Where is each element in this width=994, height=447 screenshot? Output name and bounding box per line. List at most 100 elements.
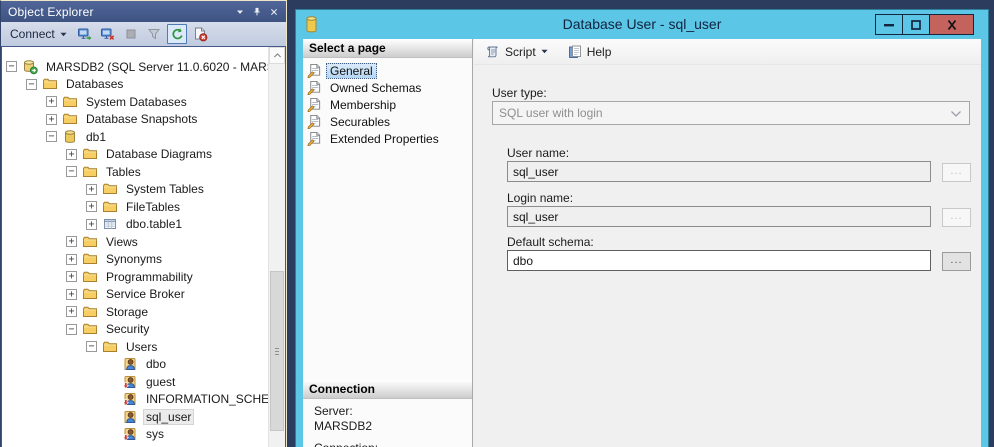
expand-toggle[interactable]: − [26, 79, 37, 90]
expand-toggle[interactable]: − [66, 324, 77, 335]
expand-toggle[interactable]: − [86, 341, 97, 352]
object-explorer-titlebar: Object Explorer [1, 1, 286, 22]
page-item-label: Extended Properties [326, 131, 443, 147]
tree-item-label: MARSDB2 (SQL Server 11.0.6020 - MARSD [43, 59, 268, 75]
expand-toggle[interactable]: + [66, 149, 77, 160]
tree-item-system-databases[interactable]: + System Databases [2, 93, 268, 111]
tree-item-information-schema[interactable]: INFORMATION_SCHEMA [2, 391, 268, 409]
page-item-membership[interactable]: Membership [303, 96, 472, 113]
help-button[interactable]: Help [562, 42, 617, 62]
connect-button[interactable]: Connect [6, 25, 72, 43]
tree-item-label: db1 [83, 129, 109, 145]
tree-item-dbo-table1[interactable]: + dbo.table1 [2, 216, 268, 234]
folder-icon [82, 304, 98, 320]
tree-item-tables[interactable]: − Tables [2, 163, 268, 181]
tree-item-users[interactable]: − Users [2, 338, 268, 356]
tree-item-label: Users [123, 339, 160, 355]
dialog-titlebar[interactable]: Database User - sql_user [296, 10, 988, 39]
minimize-icon [882, 19, 896, 31]
tree-item-label: dbo [143, 356, 169, 372]
script-error-icon[interactable] [190, 24, 210, 44]
window-position-chevron-icon[interactable] [231, 4, 248, 20]
minimize-button[interactable] [875, 14, 903, 35]
tree-vertical-scrollbar[interactable] [268, 47, 285, 447]
user-x-icon [122, 391, 138, 407]
expand-toggle[interactable]: + [46, 114, 57, 125]
folder-icon [82, 269, 98, 285]
object-explorer-panel: Object Explorer Connect −MARSDB2 (SQL Se… [0, 0, 287, 447]
expand-toggle[interactable]: − [6, 61, 17, 72]
default-schema-label: Default schema: [507, 235, 594, 249]
maximize-button[interactable] [902, 14, 930, 35]
tree-item-system-tables[interactable]: + System Tables [2, 181, 268, 199]
default-schema-input[interactable] [507, 250, 931, 271]
connection-label: Connection: [314, 441, 378, 447]
expand-toggle[interactable]: + [86, 201, 97, 212]
expand-toggle[interactable]: − [66, 166, 77, 177]
user-x-icon [122, 426, 138, 442]
close-icon[interactable] [265, 4, 282, 20]
connection-header: Connection [303, 380, 472, 399]
scrollbar-up-arrow-icon[interactable] [269, 47, 285, 64]
expand-toggle[interactable]: + [86, 184, 97, 195]
page-item-owned-schemas[interactable]: Owned Schemas [303, 79, 472, 96]
tree-item-marsdb2-sql-server-11-0-6020-marsd[interactable]: − MARSDB2 (SQL Server 11.0.6020 - MARSD [2, 58, 268, 76]
tree-item-label: Tables [103, 164, 144, 180]
tree-item-sys[interactable]: sys [2, 426, 268, 444]
user-type-label: User type: [492, 86, 547, 100]
scrollbar-thumb[interactable] [270, 271, 284, 431]
folder-icon [82, 286, 98, 302]
login-name-browse-button: ... [942, 208, 971, 227]
expand-toggle[interactable]: + [66, 271, 77, 282]
tree-item-label: FileTables [123, 199, 183, 215]
tree-item-views[interactable]: +Views [2, 233, 268, 251]
tree-item-service-broker[interactable]: + Service Broker [2, 286, 268, 304]
script-scroll-icon [485, 44, 501, 60]
tree-item-sql-user[interactable]: sql_user [2, 408, 268, 426]
tree-item-database-diagrams[interactable]: +Database Diagrams [2, 146, 268, 164]
tree-item-guest[interactable]: guest [2, 373, 268, 391]
connect-label: Connect [10, 27, 55, 41]
help-label: Help [587, 45, 612, 59]
tree-item-label: System Databases [83, 94, 190, 110]
tree-item-label: Database Snapshots [83, 111, 200, 127]
object-explorer-toolbar: Connect [1, 22, 286, 46]
expand-toggle[interactable]: + [86, 219, 97, 230]
object-explorer-title: Object Explorer [8, 5, 231, 19]
filter-icon[interactable] [144, 24, 164, 44]
tree-item-databases[interactable]: −Databases [2, 76, 268, 94]
script-button[interactable]: Script [480, 42, 554, 62]
tree-item-label: dbo.table1 [123, 216, 185, 232]
default-schema-browse-button[interactable]: ... [942, 252, 971, 271]
page-item-extended-properties[interactable]: Extended Properties [303, 130, 472, 147]
tree-item-storage[interactable]: +Storage [2, 303, 268, 321]
tree-item-synonyms[interactable]: +Synonyms [2, 251, 268, 269]
tree-item-label: System Tables [123, 181, 207, 197]
expand-toggle[interactable]: + [66, 254, 77, 265]
tree-item-db1[interactable]: − db1 [2, 128, 268, 146]
tree-item-label: Service Broker [103, 286, 188, 302]
tree-item-database-snapshots[interactable]: + Database Snapshots [2, 111, 268, 129]
page-item-general[interactable]: General [303, 62, 472, 79]
refresh-icon[interactable] [167, 24, 187, 44]
pin-icon[interactable] [248, 4, 265, 20]
user-type-dropdown: SQL user with login [492, 101, 970, 125]
server-label: Server: [314, 404, 353, 418]
page-icon [307, 97, 323, 113]
connect-server-icon[interactable] [75, 24, 95, 44]
expand-toggle[interactable]: − [46, 131, 57, 142]
expand-toggle[interactable]: + [46, 96, 57, 107]
tree-item-security[interactable]: −Security [2, 321, 268, 339]
tree-item-programmability[interactable]: +Programmability [2, 268, 268, 286]
expand-toggle[interactable]: + [66, 236, 77, 247]
tree-item-filetables[interactable]: + FileTables [2, 198, 268, 216]
expand-toggle[interactable]: + [66, 306, 77, 317]
expand-toggle[interactable]: + [66, 289, 77, 300]
page-item-securables[interactable]: Securables [303, 113, 472, 130]
close-icon [945, 19, 959, 31]
close-button[interactable] [929, 14, 974, 35]
page-icon [307, 80, 323, 96]
tree-item-dbo[interactable]: dbo [2, 356, 268, 374]
disconnect-server-icon[interactable] [98, 24, 118, 44]
chevron-down-icon [59, 31, 68, 38]
